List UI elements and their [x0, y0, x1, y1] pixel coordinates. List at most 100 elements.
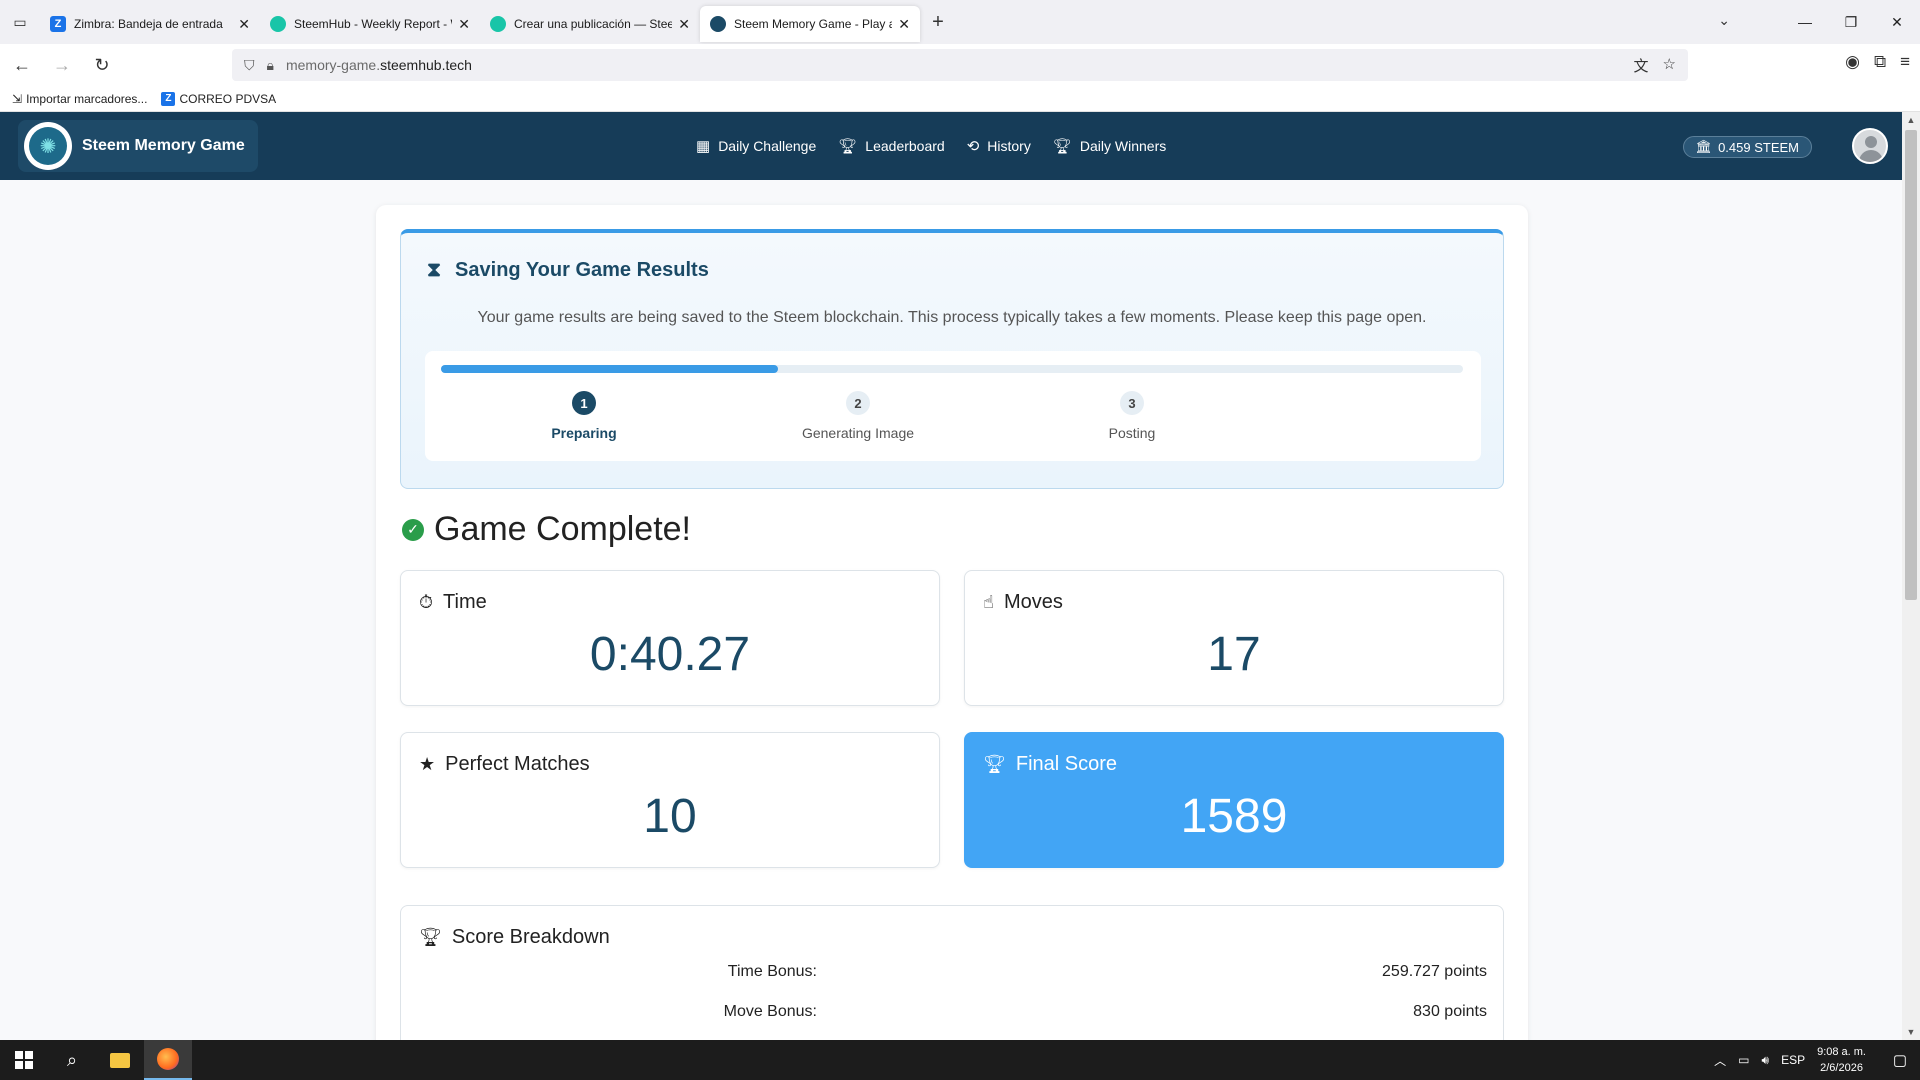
close-icon[interactable]: ✕	[458, 16, 470, 33]
trophy-icon: 🏆︎	[983, 754, 1006, 774]
stat-value: 17	[1207, 628, 1261, 681]
language-indicator[interactable]: ESP	[1781, 1053, 1805, 1067]
volume-icon[interactable]: 🔊︎	[1762, 1053, 1770, 1068]
bookmark-star-icon[interactable]: ☆	[1663, 55, 1676, 76]
game-result-card: ⧗ Saving Your Game Results Your game res…	[376, 205, 1528, 1055]
step-label: Preparing	[551, 425, 617, 441]
nav-daily-winners[interactable]: 🏆︎ Daily Winners	[1053, 137, 1166, 155]
brain-logo-icon: ✺	[24, 122, 72, 170]
tab-title: Crear una publicación — Steem	[514, 17, 673, 31]
chevron-down-icon[interactable]: ⌄	[1718, 12, 1730, 29]
history-icon: ⟲	[966, 138, 980, 155]
tab-title: Zimbra: Bandeja de entrada	[74, 17, 223, 31]
trophy-icon: 🏆︎	[838, 138, 858, 155]
trophy-icon: 🏆︎	[1052, 138, 1072, 155]
breakdown-label: Move Bonus:	[723, 1003, 817, 1020]
breakdown-value: 830 points	[1413, 1003, 1487, 1020]
stat-label: Final Score	[1015, 753, 1118, 775]
bookmark-label: CORREO PDVSA	[179, 91, 277, 106]
avatar[interactable]	[1852, 128, 1888, 164]
close-icon[interactable]: ✕	[238, 16, 250, 33]
window-controls: — ❐ ✕	[1782, 0, 1920, 44]
minimize-icon[interactable]: —	[1782, 14, 1828, 30]
file-explorer-icon[interactable]	[96, 1040, 144, 1080]
chevron-up-icon[interactable]: ︿	[1714, 1052, 1726, 1069]
clock-time: 9:08 a. m.	[1817, 1046, 1866, 1058]
firefox-icon[interactable]	[144, 1040, 192, 1080]
close-window-icon[interactable]: ✕	[1874, 14, 1920, 31]
network-icon[interactable]: ▭	[1738, 1053, 1749, 1067]
step-preparing: 1 Preparing	[484, 391, 684, 441]
lock-icon[interactable]: 🔒︎	[267, 57, 274, 74]
brand-link[interactable]: ✺ Steem Memory Game	[18, 120, 258, 172]
step-generating-image: 2 Generating Image	[758, 391, 958, 441]
nav-leaderboard[interactable]: 🏆︎ Leaderboard	[838, 137, 944, 155]
saving-description: Your game results are being saved to the…	[477, 309, 1427, 326]
restore-icon[interactable]: ❐	[1828, 14, 1874, 31]
tab-steemhub-report[interactable]: SteemHub - Weekly Report - W ✕	[260, 6, 480, 42]
stat-perfect-matches: ★ Perfect Matches 10	[400, 732, 940, 868]
clock[interactable]: 9:08 a. m. 2/6/2026	[1817, 1044, 1866, 1076]
stat-time: ⏱︎ Time 0:40.27	[400, 570, 940, 706]
back-icon[interactable]: ←	[4, 49, 40, 81]
saving-title: Saving Your Game Results	[455, 259, 709, 281]
new-tab-button[interactable]: +	[920, 11, 956, 34]
hand-pointer-icon: ☝︎	[983, 592, 994, 612]
nav-label: Leaderboard	[865, 138, 945, 154]
tab-memory-game[interactable]: Steem Memory Game - Play and ✕	[700, 6, 920, 42]
menu-icon[interactable]: ≡	[1900, 52, 1910, 72]
reload-icon[interactable]: ↻	[84, 49, 120, 81]
progress-bar	[441, 365, 1463, 373]
tab-zimbra[interactable]: Z Zimbra: Bandeja de entrada ✕	[40, 6, 260, 42]
stopwatch-icon: ⏱︎	[419, 592, 434, 612]
stat-moves: ☝︎ Moves 17	[964, 570, 1504, 706]
nav-label: Daily Winners	[1079, 138, 1167, 154]
scroll-up-icon[interactable]: ▲	[1902, 112, 1920, 128]
extensions-icon[interactable]: ⧉	[1874, 52, 1886, 72]
scroll-down-icon[interactable]: ▼	[1902, 1024, 1920, 1040]
hourglass-icon: ⧗	[427, 259, 442, 281]
star-icon: ★	[419, 754, 436, 774]
search-icon[interactable]: ⌕	[48, 1040, 96, 1080]
page-scrollbar[interactable]: ▲ ▼	[1902, 112, 1920, 1040]
trophy-icon: 🏆︎	[419, 927, 442, 947]
clock-date: 2/6/2026	[1820, 1062, 1863, 1074]
nav-label: Daily Challenge	[718, 138, 817, 154]
stat-label: Perfect Matches	[445, 753, 590, 775]
step-number: 3	[1120, 391, 1144, 415]
bank-icon: 🏛︎	[1695, 139, 1713, 154]
memory-game-favicon-icon	[710, 16, 726, 32]
step-number: 2	[846, 391, 870, 415]
url-bar[interactable]: ⛉ 🔒︎ memory-game. steemhub.tech 文 ☆	[232, 49, 1688, 81]
forward-icon[interactable]: →	[44, 49, 80, 81]
steemhub-favicon-icon	[490, 16, 506, 32]
wallet-balance-badge[interactable]: 🏛︎ 0.459 STEEM	[1682, 136, 1812, 158]
stat-label: Time	[443, 591, 487, 613]
tab-list-icon[interactable]: ▭	[0, 0, 40, 44]
score-breakdown: 🏆︎ Score Breakdown Time Bonus: 259.727 po…	[400, 905, 1504, 1055]
scrollbar-thumb[interactable]	[1905, 130, 1917, 600]
tab-crear-publicacion[interactable]: Crear una publicación — Steem ✕	[480, 6, 700, 42]
notification-icon[interactable]: ▢	[1880, 1051, 1920, 1069]
account-icon[interactable]: ◉	[1845, 52, 1860, 72]
translate-icon[interactable]: 文	[1634, 55, 1649, 76]
close-icon[interactable]: ✕	[898, 16, 910, 33]
windows-taskbar: ⌕ ︿ ▭ 🔊︎ ESP 9:08 a. m. 2/6/2026 ▢	[0, 1040, 1920, 1080]
app-header: ✺ Steem Memory Game ▦ Daily Challenge 🏆︎…	[0, 112, 1902, 180]
bookmark-import[interactable]: ⇲ Importar marcadores...	[12, 92, 147, 106]
zimbra-favicon-icon: Z	[161, 91, 176, 106]
tab-title: SteemHub - Weekly Report - W	[294, 17, 453, 31]
nav-history[interactable]: ⟲ History	[967, 137, 1031, 155]
close-icon[interactable]: ✕	[678, 16, 690, 33]
windows-start-icon[interactable]	[0, 1040, 48, 1080]
zimbra-favicon-icon: Z	[50, 16, 66, 32]
url-domain: steemhub.tech	[380, 57, 472, 73]
shield-icon[interactable]: ⛉	[244, 57, 255, 74]
stat-final-score: 🏆︎ Final Score 1589	[964, 732, 1504, 868]
nav-daily-challenge[interactable]: ▦ Daily Challenge	[696, 137, 816, 155]
main-nav: ▦ Daily Challenge 🏆︎ Leaderboard ⟲ Histo…	[696, 112, 1166, 180]
bookmark-correo-pdvsa[interactable]: Z CORREO PDVSA	[161, 91, 277, 106]
steemhub-favicon-icon	[270, 16, 286, 32]
progress-steps: 1 Preparing 2 Generating Image 3 Posting	[425, 351, 1481, 461]
calendar-icon: ▦	[696, 138, 711, 155]
